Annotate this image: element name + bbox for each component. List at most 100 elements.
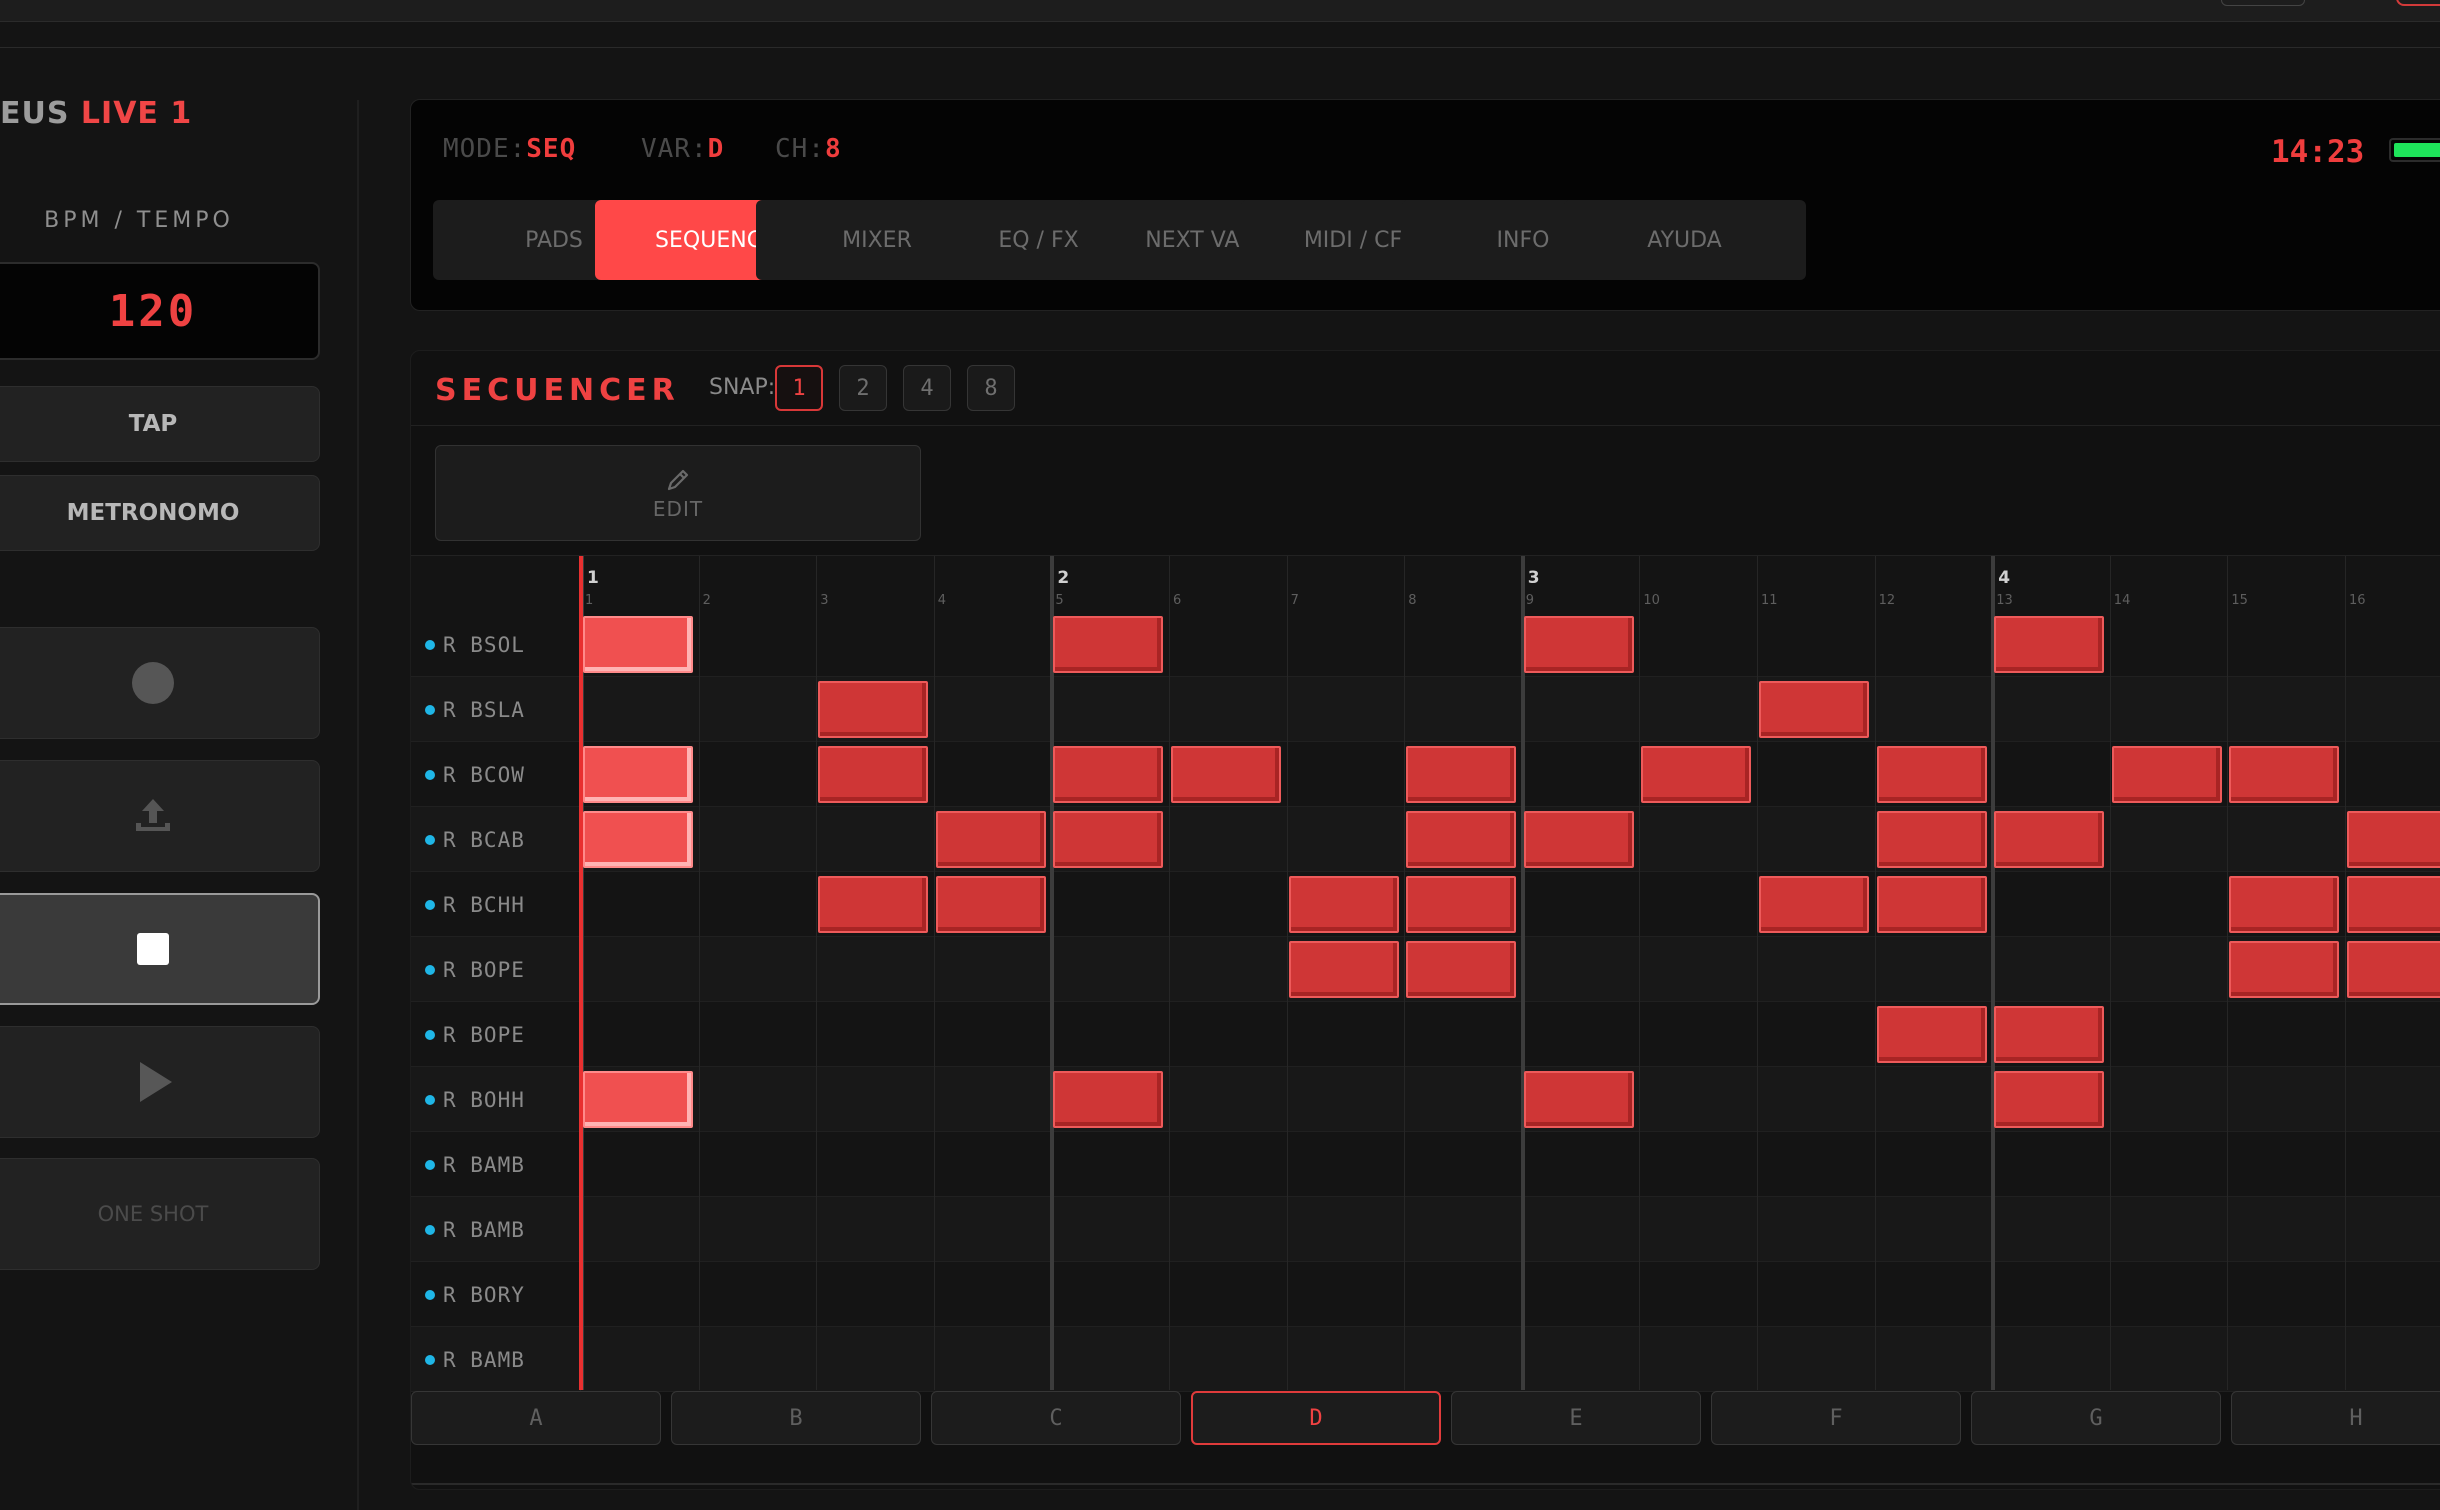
track-label[interactable]: R BCOW <box>411 742 581 807</box>
step-cell-active[interactable] <box>1523 811 1634 868</box>
step-cell-active[interactable] <box>2229 876 2340 933</box>
track-label[interactable]: R BCAB <box>411 807 581 872</box>
step-cell-active[interactable] <box>1641 746 1752 803</box>
bar-line <box>1520 556 1525 1390</box>
step-cell-active[interactable] <box>2347 941 2440 998</box>
step-cell-active[interactable] <box>935 876 1046 933</box>
step-cell-active[interactable] <box>2347 811 2440 868</box>
step-cell-active[interactable] <box>1759 876 1869 933</box>
step-cell-active[interactable] <box>1994 1006 2105 1063</box>
beat-line <box>2345 556 2346 1390</box>
track-label[interactable]: R BCHH <box>411 872 581 937</box>
step-cell-active[interactable] <box>1406 746 1517 803</box>
track-label[interactable]: R BOHH <box>411 1067 581 1132</box>
track-label[interactable]: R BSLA <box>411 677 581 742</box>
track-label[interactable]: R BORY <box>411 1262 581 1327</box>
step-cell-active[interactable] <box>1876 746 1987 803</box>
step-cell-active[interactable] <box>935 811 1046 868</box>
step-cell-active[interactable] <box>1288 941 1399 998</box>
step-cell-active[interactable] <box>1759 681 1869 738</box>
step-cell-active[interactable] <box>1523 616 1634 673</box>
bpm-display[interactable]: 120 <box>0 262 320 360</box>
record-button[interactable] <box>0 627 320 739</box>
snap-option-2[interactable]: 2 <box>839 365 887 411</box>
track-status-dot <box>425 704 435 715</box>
bar-number: 1 <box>587 568 599 588</box>
step-cell-active[interactable] <box>583 1071 693 1128</box>
pattern-button-h[interactable]: H <box>2231 1391 2440 1445</box>
bpm-label: BPM / TEMPO <box>44 208 234 233</box>
track-label[interactable]: R BOPE <box>411 937 581 1002</box>
snap-option-1[interactable]: 1 <box>775 365 823 411</box>
tap-button[interactable]: TAP <box>0 386 320 462</box>
play-button[interactable] <box>0 1026 320 1138</box>
step-cell-active[interactable] <box>1053 1071 1164 1128</box>
pattern-button-c[interactable]: C <box>931 1391 1181 1445</box>
top-power-button[interactable] <box>2396 0 2440 6</box>
stop-button[interactable] <box>0 893 320 1005</box>
mode-status: MODE:SEQ <box>443 134 576 164</box>
step-cell-active[interactable] <box>583 616 693 673</box>
pattern-button-d[interactable]: D <box>1191 1391 1441 1445</box>
beat-line <box>1169 556 1170 1390</box>
beat-number: 5 <box>1055 593 1064 608</box>
pattern-button-e[interactable]: E <box>1451 1391 1701 1445</box>
step-cell-active[interactable] <box>583 811 693 868</box>
snap-option-4[interactable]: 4 <box>903 365 951 411</box>
beat-number: 2 <box>702 593 711 608</box>
beat-line <box>2227 556 2229 1390</box>
top-button[interactable] <box>2221 0 2305 6</box>
step-cell-active[interactable] <box>1171 746 1281 803</box>
track-name: R BCHH <box>443 892 525 917</box>
step-cell-active[interactable] <box>1994 811 2105 868</box>
upload-button[interactable] <box>0 760 320 872</box>
step-cell-active[interactable] <box>1288 876 1399 933</box>
metronome-button[interactable]: METRONOMO <box>0 475 320 551</box>
pattern-button-a[interactable]: A <box>411 1391 661 1445</box>
tab-ayuda[interactable]: AYUDA <box>1563 200 1806 280</box>
beat-line <box>1874 556 1876 1390</box>
edit-button[interactable]: EDIT <box>435 445 921 541</box>
step-cell-active[interactable] <box>818 746 929 803</box>
track-status-dot <box>425 1029 435 1040</box>
stop-icon <box>137 933 169 965</box>
header-panel: MODE:SEQ VAR:D CH:8 14:23 PADS SEQUENCE MI… <box>410 99 2440 311</box>
step-cell-active[interactable] <box>1053 811 1164 868</box>
step-cell-active[interactable] <box>818 681 929 738</box>
step-cell-active[interactable] <box>2229 746 2340 803</box>
step-cell-active[interactable] <box>1994 1071 2105 1128</box>
bar-line <box>1050 556 1055 1390</box>
step-cell-active[interactable] <box>1994 616 2105 673</box>
battery-level <box>2394 143 2440 157</box>
one-shot-button[interactable]: ONE SHOT <box>0 1158 320 1270</box>
track-label[interactable]: R BSOL <box>411 612 581 677</box>
step-cell-active[interactable] <box>1053 746 1164 803</box>
header-divider <box>0 47 2440 48</box>
track-label[interactable]: R BAMB <box>411 1132 581 1197</box>
step-cell-active[interactable] <box>2347 876 2440 933</box>
track-label[interactable]: R BAMB <box>411 1327 581 1392</box>
step-cell-active[interactable] <box>1876 811 1987 868</box>
step-cell-active[interactable] <box>818 876 929 933</box>
snap-option-8[interactable]: 8 <box>967 365 1015 411</box>
step-cell-active[interactable] <box>1406 941 1517 998</box>
step-cell-active[interactable] <box>2111 746 2222 803</box>
pattern-button-g[interactable]: G <box>1971 1391 2221 1445</box>
step-cell-active[interactable] <box>1523 1071 1634 1128</box>
step-cell-active[interactable] <box>1053 616 1164 673</box>
track-label[interactable]: R BOPE <box>411 1002 581 1067</box>
step-cell-active[interactable] <box>1876 876 1987 933</box>
step-cell-active[interactable] <box>1406 811 1517 868</box>
bpm-value: 120 <box>108 285 198 337</box>
track-status-dot <box>425 769 435 780</box>
step-cell-active[interactable] <box>1406 876 1517 933</box>
step-cell-active[interactable] <box>1876 1006 1987 1063</box>
beat-line <box>2109 556 2111 1390</box>
beat-number: 6 <box>1173 593 1182 608</box>
track-label[interactable]: R BAMB <box>411 1197 581 1262</box>
pattern-button-b[interactable]: B <box>671 1391 921 1445</box>
ch-value: 8 <box>824 134 842 164</box>
step-cell-active[interactable] <box>583 746 693 803</box>
step-cell-active[interactable] <box>2229 941 2340 998</box>
pattern-button-f[interactable]: F <box>1711 1391 1961 1445</box>
